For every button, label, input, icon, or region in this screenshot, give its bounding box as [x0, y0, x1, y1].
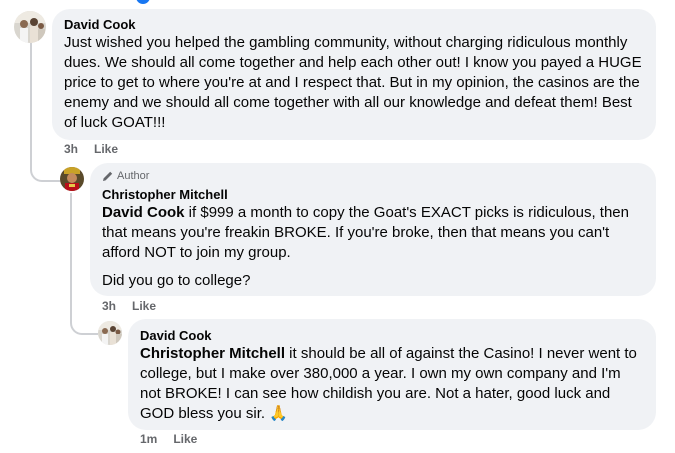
comment-author[interactable]: David Cook — [64, 16, 644, 33]
thread-connector — [70, 312, 98, 335]
comment-meta: 3h Like — [64, 142, 118, 156]
pencil-icon — [103, 171, 113, 181]
comment-text: Just wished you helped the gambling comm… — [64, 34, 642, 131]
comment-bubble: David Cook Just wished you helped the ga… — [52, 9, 656, 140]
avatar-david-cook[interactable] — [14, 11, 46, 43]
profile-photo-icon — [98, 321, 122, 345]
like-button[interactable]: Like — [132, 299, 156, 313]
avatar-david-cook[interactable] — [98, 321, 122, 345]
thread-line — [30, 43, 32, 163]
comment-text: David Cook if $999 a month to copy the G… — [102, 203, 644, 263]
comment-time[interactable]: 3h — [102, 299, 116, 313]
like-button[interactable]: Like — [94, 142, 118, 156]
thread-line — [70, 193, 72, 313]
reaction-icon — [136, 0, 150, 4]
profile-photo-icon — [60, 167, 84, 191]
avatar-christopher-mitchell[interactable] — [60, 167, 84, 191]
comment-text: Christopher Mitchell it should be all of… — [140, 344, 644, 424]
author-badge: Author — [102, 169, 644, 183]
author-badge-label: Author — [117, 170, 150, 182]
comment-time[interactable]: 1m — [140, 432, 157, 446]
comment-meta: 3h Like — [102, 299, 156, 313]
profile-photo-icon — [14, 11, 46, 43]
comment-meta: 1m Like — [140, 432, 197, 446]
mention-link[interactable]: Christopher Mitchell — [140, 345, 285, 362]
mention-link[interactable]: David Cook — [102, 204, 185, 221]
like-button[interactable]: Like — [173, 432, 197, 446]
comment-text-paragraph: Did you go to college? — [102, 272, 251, 289]
comment-bubble: Author Christopher Mitchell David Cook i… — [90, 163, 656, 296]
comment-author[interactable]: Christopher Mitchell — [102, 186, 644, 203]
comment-bubble: David Cook Christopher Mitchell it shoul… — [128, 319, 656, 430]
comment-author[interactable]: David Cook — [140, 327, 644, 344]
comment-time[interactable]: 3h — [64, 142, 78, 156]
thread-connector — [30, 162, 60, 182]
